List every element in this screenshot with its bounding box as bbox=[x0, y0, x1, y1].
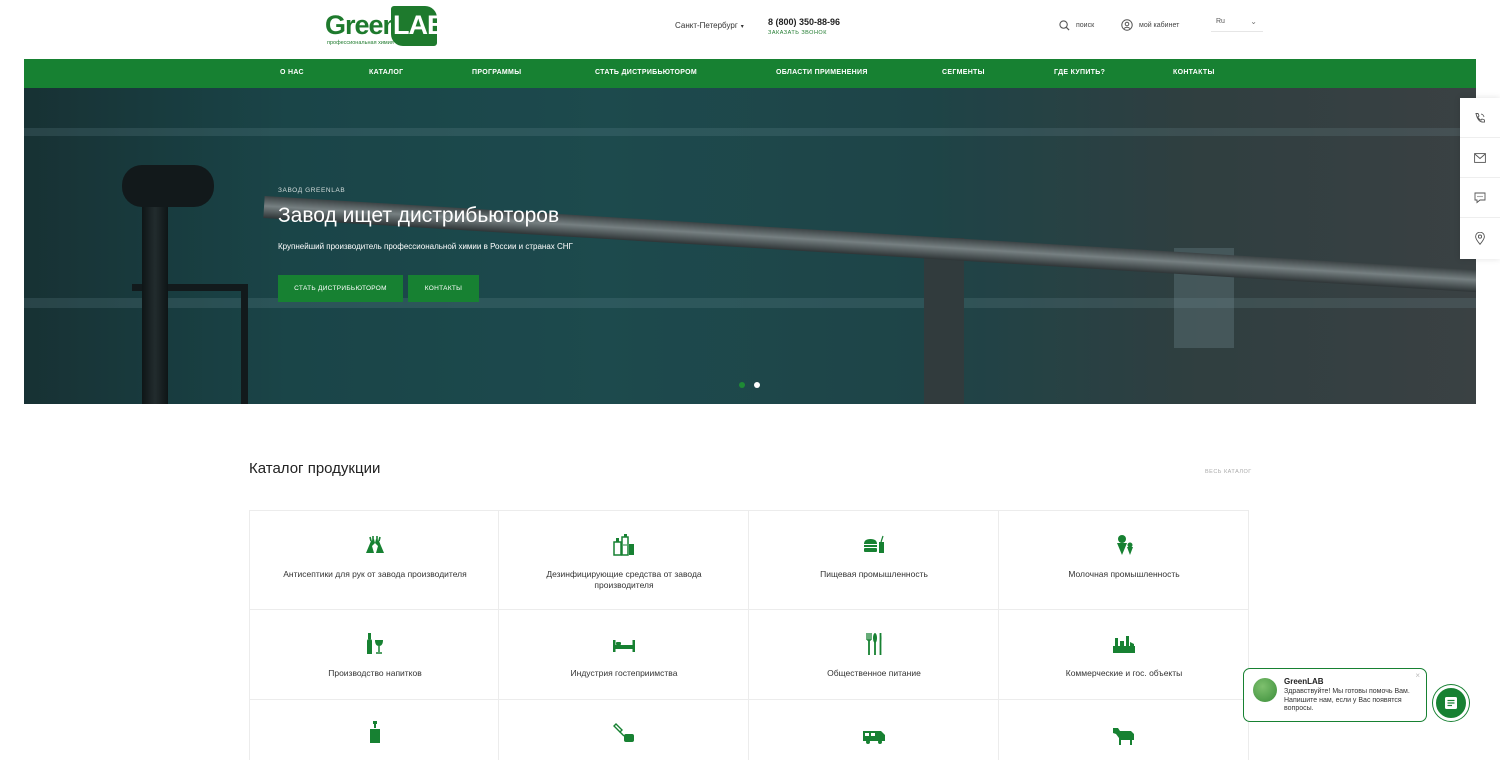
wine-icon bbox=[367, 633, 383, 654]
language-value: Ru bbox=[1216, 18, 1225, 25]
logo-word-lab: LAB bbox=[393, 10, 446, 40]
catalog-item-dairy-industry[interactable]: Молочная промышленность bbox=[999, 510, 1249, 610]
sidebar-phone-button[interactable] bbox=[1460, 98, 1500, 138]
sidebar-mail-button[interactable] bbox=[1460, 138, 1500, 178]
catalog-item-agriculture[interactable] bbox=[999, 700, 1249, 760]
sidebar-chat-button[interactable] bbox=[1460, 178, 1500, 218]
chat-avatar bbox=[1253, 678, 1277, 702]
catalog-item-disinfectants[interactable]: Дезинфицирующие средства от завода произ… bbox=[499, 510, 749, 610]
main-nav: О НАС КАТАЛОГ ПРОГРАММЫ СТАТЬ ДИСТРИБЬЮТ… bbox=[24, 59, 1476, 88]
hero-title: Завод ищет дистрибьюторов bbox=[278, 204, 560, 227]
catalog-item-food-industry[interactable]: Пищевая промышленность bbox=[749, 510, 999, 610]
nav-item-about[interactable]: О НАС bbox=[280, 69, 304, 76]
catalog-item-beverages[interactable]: Производство напитков bbox=[249, 610, 499, 700]
catalog-item-label: Молочная промышленность bbox=[1068, 569, 1180, 579]
chat-message: Здравствуйте! Мы готовы помочь Вам. Напи… bbox=[1284, 688, 1410, 712]
factory-icon bbox=[1113, 636, 1135, 653]
chevron-down-icon: ⌄ bbox=[1250, 17, 1257, 26]
catalog-item-label: Антисептики для рук от завода производит… bbox=[283, 569, 467, 579]
cutlery-icon bbox=[866, 633, 882, 655]
caret-down-icon: ▾ bbox=[740, 24, 744, 30]
catalog-item-label: Коммерческие и гос. объекты bbox=[1065, 668, 1183, 678]
nav-item-segments[interactable]: СЕГМЕНТЫ bbox=[942, 69, 985, 76]
site-header: Green LAB профессиональная химия Санкт-П… bbox=[0, 0, 1500, 58]
catalog-item-catering[interactable]: Общественное питание bbox=[749, 610, 999, 700]
chat-sender-name: GreenLAB bbox=[1284, 677, 1324, 686]
catalog-item-hospitality[interactable]: Индустрия гостеприимства bbox=[499, 610, 749, 700]
chat-icon bbox=[1474, 192, 1486, 203]
nav-item-contacts[interactable]: КОНТАКТЫ bbox=[1173, 69, 1215, 76]
slider-dot[interactable] bbox=[754, 382, 760, 388]
all-catalog-link[interactable]: ВЕСЬ КАТАЛОГ bbox=[1205, 469, 1252, 475]
cleaning-icon bbox=[613, 723, 634, 742]
hero-subtitle: Крупнейший производитель профессионально… bbox=[278, 242, 573, 251]
search-label: поиск bbox=[1076, 21, 1095, 29]
hero-overlay bbox=[24, 88, 1476, 404]
close-icon[interactable]: × bbox=[1415, 671, 1420, 680]
become-distributor-button[interactable]: СТАТЬ ДИСТРИБЬЮТОРОМ bbox=[278, 275, 403, 302]
catalog-item-label: Дезинфицирующие средства от завода произ… bbox=[546, 569, 702, 590]
cow-icon bbox=[1113, 728, 1134, 745]
logo-word-green: Green bbox=[325, 10, 399, 40]
ice-cream-icon bbox=[1117, 535, 1133, 555]
hero-slider: ЗАВОД GREENLAB Завод ищет дистрибьюторов… bbox=[24, 88, 1476, 404]
catalog-item-transport[interactable] bbox=[749, 700, 999, 760]
nav-item-applications[interactable]: ОБЛАСТИ ПРИМЕНЕНИЯ bbox=[776, 69, 868, 76]
logo-tagline: профессиональная химия bbox=[327, 40, 394, 46]
hero-eyebrow: ЗАВОД GREENLAB bbox=[278, 187, 346, 194]
catalog-item-soap[interactable] bbox=[249, 700, 499, 760]
contact-sidebar bbox=[1460, 98, 1500, 259]
account-link[interactable]: мой кабинет bbox=[1121, 18, 1179, 32]
catalog-item-label: Индустрия гостеприимства bbox=[570, 668, 678, 678]
account-label: мой кабинет bbox=[1139, 21, 1180, 29]
nav-item-where-to-buy[interactable]: ГДЕ КУПИТЬ? bbox=[1054, 69, 1105, 76]
soap-dispenser-icon bbox=[370, 721, 380, 743]
city-selector[interactable]: Санкт-Петербург ▾ bbox=[675, 21, 744, 30]
gloves-icon bbox=[366, 536, 384, 553]
chat-message-icon bbox=[1445, 697, 1457, 709]
nav-item-catalog[interactable]: КАТАЛОГ bbox=[369, 69, 403, 76]
catalog-title: Каталог продукции bbox=[249, 460, 381, 477]
catalog-item-commercial[interactable]: Коммерческие и гос. объекты bbox=[999, 610, 1249, 700]
slider-dot-active[interactable] bbox=[739, 382, 745, 388]
greenlab-logo[interactable]: Green LAB профессиональная химия bbox=[325, 4, 446, 50]
bottles-icon bbox=[613, 534, 634, 556]
sidebar-location-button[interactable] bbox=[1460, 218, 1500, 258]
nav-item-programs[interactable]: ПРОГРАММЫ bbox=[472, 69, 521, 76]
catalog-item-hand-antiseptics[interactable]: Антисептики для рук от завода производит… bbox=[249, 510, 499, 610]
nav-item-distributor[interactable]: СТАТЬ ДИСТРИБЬЮТОРОМ bbox=[595, 69, 697, 76]
callback-link[interactable]: ЗАКАЗАТЬ ЗВОНОК bbox=[768, 30, 827, 36]
search-icon bbox=[1059, 19, 1070, 31]
catalog-item-label: Общественное питание bbox=[827, 668, 921, 678]
chat-open-button[interactable] bbox=[1433, 685, 1469, 721]
catalog-item-cleaning[interactable] bbox=[499, 700, 749, 760]
burger-icon bbox=[864, 535, 884, 553]
location-icon bbox=[1475, 231, 1485, 245]
phone-icon bbox=[1475, 112, 1485, 123]
chat-popup[interactable]: GreenLAB Здравствуйте! Мы готовы помочь … bbox=[1243, 668, 1427, 722]
phone-number[interactable]: 8 (800) 350-88-96 bbox=[768, 17, 840, 27]
language-select[interactable]: Ru ⌄ bbox=[1211, 16, 1263, 32]
mail-icon bbox=[1474, 152, 1486, 163]
van-icon bbox=[863, 731, 885, 744]
catalog-item-label: Производство напитков bbox=[328, 668, 422, 678]
city-label: Санкт-Петербург bbox=[675, 21, 738, 30]
user-icon bbox=[1121, 19, 1133, 31]
catalog-item-label: Пищевая промышленность bbox=[820, 569, 928, 579]
contacts-button[interactable]: КОНТАКТЫ bbox=[408, 275, 479, 302]
search-link[interactable]: поиск bbox=[1059, 18, 1094, 32]
bed-icon bbox=[613, 640, 635, 652]
